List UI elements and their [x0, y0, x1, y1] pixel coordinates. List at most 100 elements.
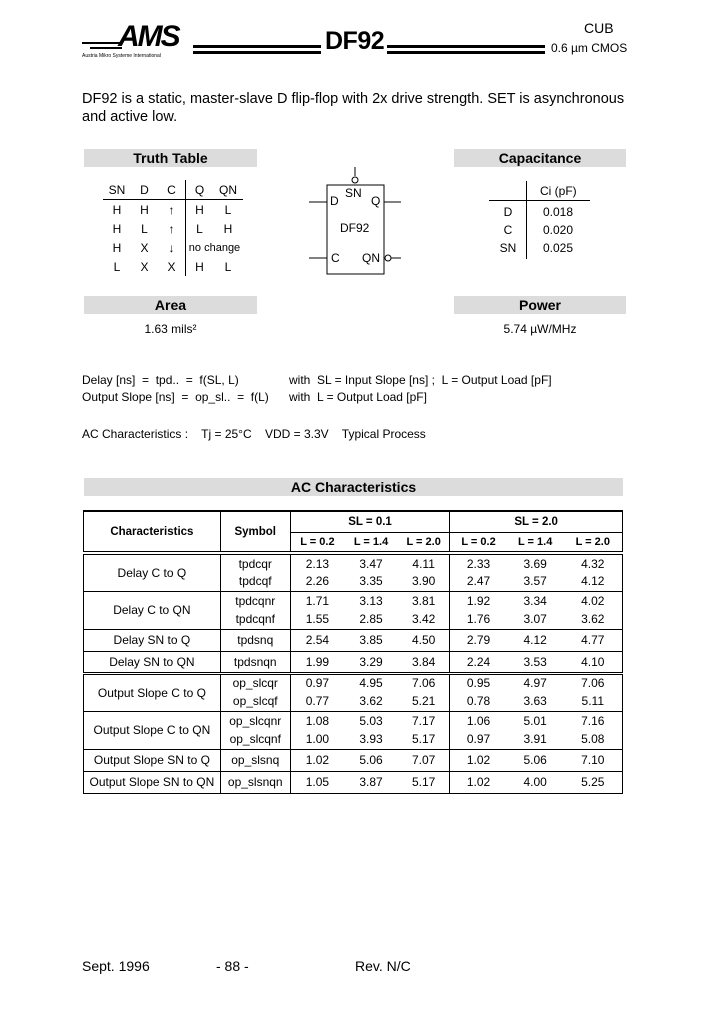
symbol-cell: op_slcqnf: [219, 730, 291, 750]
value-cell: 2.24: [449, 650, 507, 674]
value-cell: 3.91: [506, 730, 564, 750]
value-cell: 4.12: [563, 572, 623, 592]
logo-subtitle: Austria Mikro Systeme International: [82, 53, 161, 59]
value-cell: 3.47: [344, 551, 398, 572]
symbol-cell: tpdcqf: [219, 572, 291, 592]
value-cell: 2.26: [289, 572, 345, 592]
load-header: L = 0.2: [449, 531, 507, 554]
value-cell: 4.32: [563, 551, 623, 572]
cell: H: [112, 240, 122, 255]
value-cell: 7.17: [397, 710, 451, 730]
col-sn: SN: [103, 180, 131, 200]
load-header: L = 2.0: [397, 531, 451, 554]
table-row: H H ↑ H L: [103, 199, 243, 219]
sl-group-header: SL = 2.0: [449, 510, 623, 533]
value-cell: 1.02: [449, 748, 507, 772]
cell: no change: [188, 241, 241, 254]
value-cell: 2.47: [449, 572, 507, 592]
value-cell: 0.95: [449, 671, 507, 692]
capacitance-rule: [489, 200, 590, 201]
characteristic-name: Output Slope SN to QN: [83, 770, 221, 794]
table-row: Delay C to Qtpdcqr 2.13 3.47 4.11 2.33 3.69 4.…: [83, 551, 623, 592]
truth-table-title: Truth Table: [84, 149, 257, 167]
value-cell: 2.54: [289, 628, 345, 652]
value-cell: 2.33: [449, 551, 507, 572]
table-row: Output Slope SN to Qop_slsnq 1.02 5.06 7.07…: [83, 748, 623, 772]
value-cell: 3.69: [506, 551, 564, 572]
cap-pin: SN: [499, 241, 517, 255]
symbol-cell: op_slsnq: [219, 748, 291, 772]
value-cell: 5.25: [563, 770, 623, 794]
value-cell: 1.06: [449, 710, 507, 730]
value-cell: 0.97: [449, 730, 507, 750]
value-cell: 1.55: [289, 610, 345, 630]
cap-pin: C: [503, 223, 513, 237]
value-cell: 3.42: [397, 610, 451, 630]
value-cell: 0.77: [289, 692, 345, 712]
table-row: Delay SN to Qtpdsnq 2.54 3.85 4.50 2.79 4.12 4…: [83, 628, 623, 652]
col-symbol: Symbol: [219, 510, 291, 554]
table-row: L X X H L: [103, 257, 243, 276]
value-cell: 7.10: [563, 748, 623, 772]
value-cell: 3.62: [563, 610, 623, 630]
footer-date: Sept. 1996: [82, 958, 150, 974]
logo-rule: [82, 42, 122, 44]
value-cell: 2.85: [344, 610, 398, 630]
value-cell: 5.08: [563, 730, 623, 750]
value-cell: 1.92: [449, 590, 507, 610]
cap-pin: D: [503, 205, 513, 219]
value-cell: 2.13: [289, 551, 345, 572]
value-cell: 7.06: [397, 671, 451, 692]
table-row: H X ↓ no change: [103, 238, 243, 257]
symbol-cell: tpdcqnf: [219, 610, 291, 630]
value-cell: 7.07: [397, 748, 451, 772]
value-cell: 0.97: [289, 671, 345, 692]
value-cell: 0.78: [449, 692, 507, 712]
symbol-cell: op_slcqf: [219, 692, 291, 712]
cell: L: [113, 259, 121, 274]
characteristic-name: Output Slope C to Q: [83, 671, 221, 712]
characteristic-name: Output Slope SN to Q: [83, 748, 221, 772]
value-cell: 3.81: [397, 590, 451, 610]
cell: X: [140, 259, 149, 274]
value-cell: 4.77: [563, 628, 623, 652]
footer-page: - 88 -: [216, 958, 249, 974]
cell: X: [158, 257, 186, 276]
value-cell: 4.97: [506, 671, 564, 692]
value-cell: 7.06: [563, 671, 623, 692]
value-cell: 4.00: [506, 770, 564, 794]
load-header: L = 0.2: [289, 531, 345, 554]
cell-name: DF92: [340, 221, 370, 235]
value-cell: 5.17: [397, 770, 451, 794]
symbol-cell: tpdcqr: [219, 551, 291, 572]
load-header: L = 2.0: [563, 531, 623, 554]
characteristic-name: Delay C to Q: [83, 551, 221, 592]
value-cell: 1.76: [449, 610, 507, 630]
page-title: DF92: [325, 27, 385, 55]
value-cell: 3.29: [344, 650, 398, 674]
value-cell: 3.93: [344, 730, 398, 750]
value-cell: 3.84: [397, 650, 451, 674]
load-header: L = 1.4: [344, 531, 398, 554]
table-row: Output Slope SN to QN op_slsnqn 1.05 3.87 5.…: [83, 770, 623, 794]
value-cell: 3.34: [506, 590, 564, 610]
footer-revision: Rev. N/C: [355, 958, 411, 974]
value-cell: 5.06: [506, 748, 564, 772]
table-row: H L ↑ L H: [103, 219, 243, 238]
value-cell: 3.35: [344, 572, 398, 592]
area-title: Area: [84, 296, 257, 314]
header-rule: [387, 51, 545, 54]
sl-group-header: SL = 0.1: [289, 510, 451, 533]
value-cell: 3.57: [506, 572, 564, 592]
pin-q: Q: [371, 194, 381, 208]
value-cell: 5.11: [563, 692, 623, 712]
value-cell: 4.11: [397, 551, 451, 572]
value-cell: 1.05: [289, 770, 345, 794]
header-rule: [387, 45, 545, 48]
value-cell: 5.17: [397, 730, 451, 750]
description: DF92 is a static, master-slave D flip-fl…: [82, 91, 625, 125]
falling-edge-icon: ↓: [158, 238, 186, 257]
value-cell: 3.13: [344, 590, 398, 610]
value-cell: 1.71: [289, 590, 345, 610]
cell: L: [224, 259, 232, 274]
